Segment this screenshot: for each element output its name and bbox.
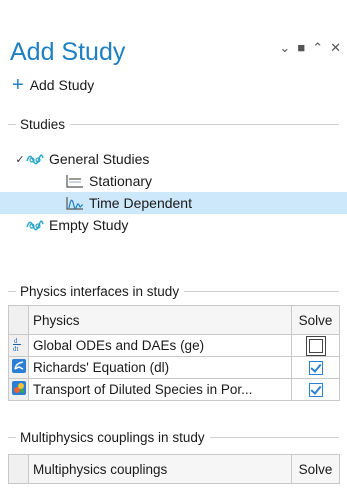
solve-checkbox[interactable] [305,336,326,356]
richards-equation-icon [8,356,29,379]
studies-section-header: Studies [8,116,339,132]
time-dependent-icon [66,196,84,210]
window-title: Add Study [10,38,126,66]
svg-text:d: d [14,337,18,345]
chevron-down-icon[interactable]: ✓ [14,153,26,166]
column-header-solve[interactable]: Solve [291,305,340,335]
maximize-icon[interactable]: ■ [297,40,305,56]
window-controls: ⌄ ■ ⌃ ✕ [279,40,341,56]
physics-table: Physics Solve d dt Global ODEs and DAEs (… [8,305,340,401]
multiphysics-section-header: Multiphysics couplings in study [8,429,339,445]
add-study-label: Add Study [29,77,95,93]
add-study-button[interactable]: + Add Study [12,74,95,96]
ode-icon: d dt [8,334,29,357]
pin-icon[interactable]: ⌃ [312,40,323,56]
physics-label: Richards' Equation (dl) [28,356,292,379]
table-row[interactable]: Transport of Diluted Species in Por... [8,378,340,401]
tree-item-stationary[interactable]: Stationary [0,170,347,192]
studies-tree: ✓ General Studies Stationary Time Depend… [0,148,347,236]
column-header-physics[interactable]: Physics [28,305,292,335]
chevron-down-icon[interactable]: ⌄ [279,40,290,56]
physics-section-header: Physics interfaces in study [8,283,339,299]
empty-study-icon [26,218,44,232]
physics-section-label: Physics interfaces in study [20,283,180,299]
solve-checkbox[interactable] [308,383,323,398]
tree-item-label: Stationary [89,173,153,189]
solve-cell[interactable] [291,334,340,357]
transport-species-icon [8,378,29,401]
plus-icon: + [12,74,24,96]
column-header-multiphysics[interactable]: Multiphysics couplings [28,454,292,484]
tree-item-label: Empty Study [49,217,129,233]
tree-item-empty-study[interactable]: Empty Study [0,214,347,236]
table-header-row: Physics Solve [8,305,340,335]
solve-cell[interactable] [291,356,340,379]
svg-text:dt: dt [13,345,19,352]
solve-cell[interactable] [291,378,340,401]
general-studies-icon [26,152,44,166]
studies-section-label: Studies [20,116,66,132]
tree-item-general-studies[interactable]: ✓ General Studies [0,148,347,170]
multiphysics-table: Multiphysics couplings Solve [8,454,340,484]
table-row[interactable]: Richards' Equation (dl) [8,356,340,379]
table-row[interactable]: d dt Global ODEs and DAEs (ge) [8,334,340,357]
tree-item-label: Time Dependent [89,195,192,211]
stationary-icon [66,174,84,188]
physics-label: Transport of Diluted Species in Por... [28,378,292,401]
close-icon[interactable]: ✕ [330,40,341,56]
multiphysics-section-label: Multiphysics couplings in study [20,429,205,445]
tree-item-label: General Studies [49,151,150,167]
column-header-solve[interactable]: Solve [291,454,340,484]
solve-checkbox[interactable] [308,361,323,376]
table-header-row: Multiphysics couplings Solve [8,454,340,484]
physics-label: Global ODEs and DAEs (ge) [28,334,292,357]
tree-item-time-dependent[interactable]: Time Dependent [0,192,347,214]
